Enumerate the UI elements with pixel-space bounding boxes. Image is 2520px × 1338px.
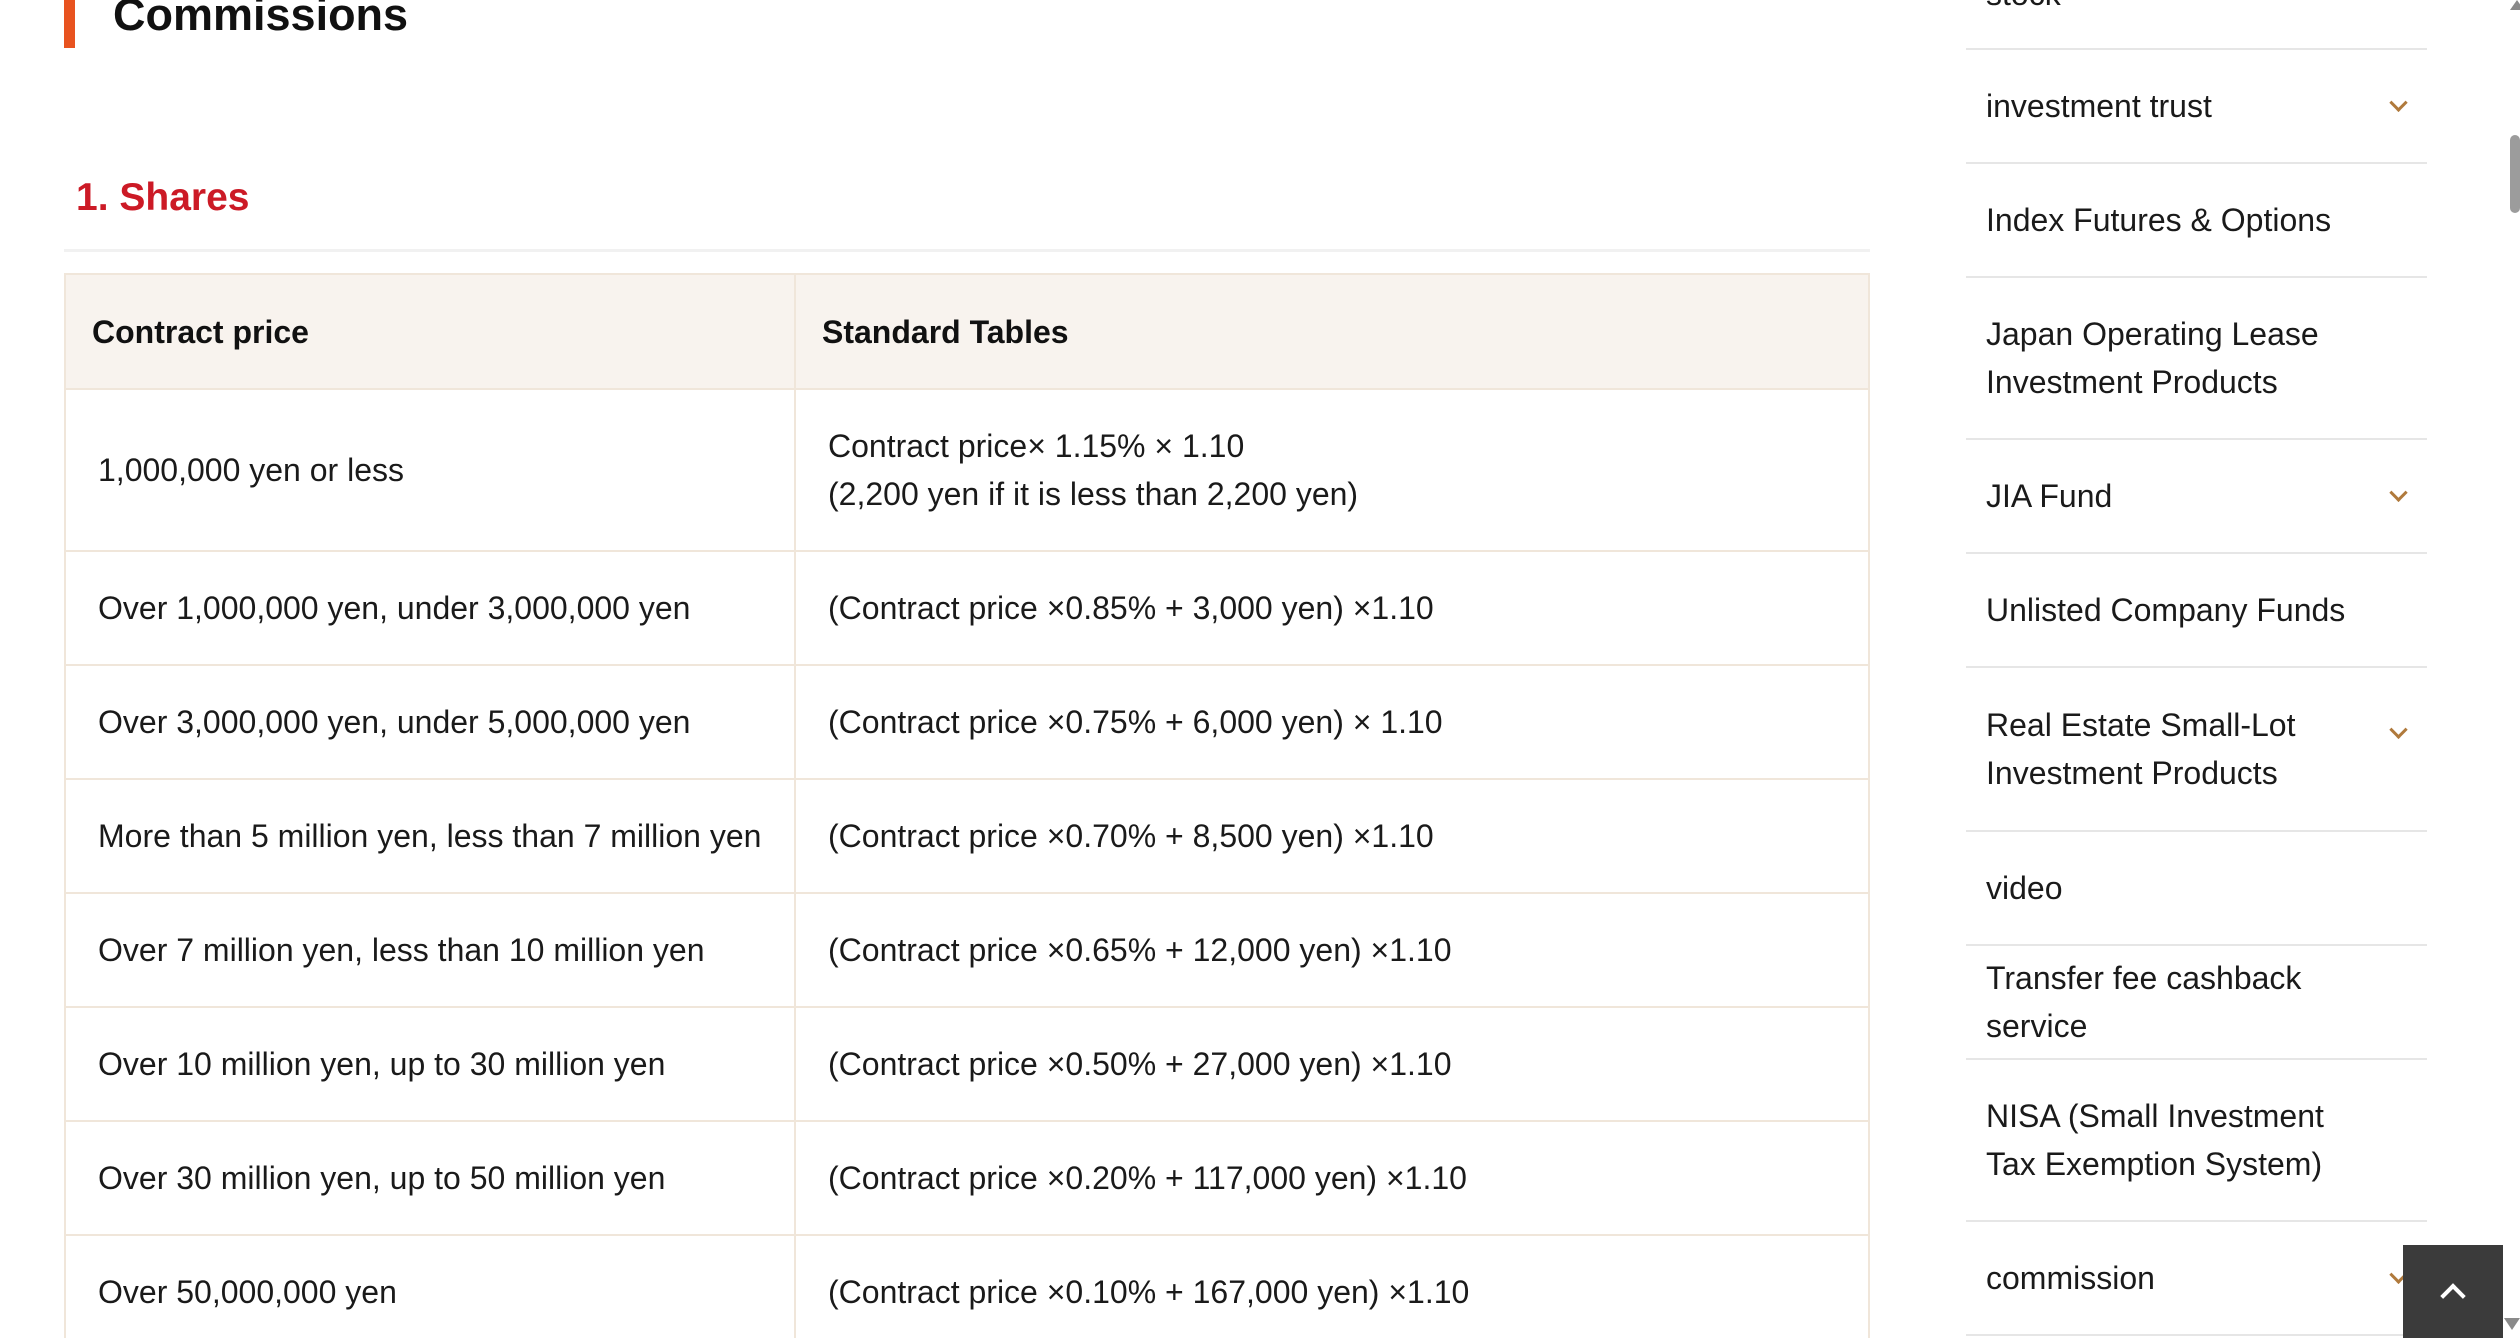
fee-formula-cell: (Contract price ×0.50% + 27,000 yen) ×1.… bbox=[794, 1006, 1870, 1122]
table-header-row: Contract price Standard Tables bbox=[64, 273, 1870, 390]
contract-price-cell: Over 3,000,000 yen, under 5,000,000 yen bbox=[64, 664, 796, 780]
sidebar-item-label: Unlisted Company Funds bbox=[1986, 592, 2346, 628]
sidebar-item-transfer-fee-cashback[interactable]: Transfer fee cashback service bbox=[1966, 946, 2427, 1060]
sidebar-item-label: Transfer fee cashback service bbox=[1986, 960, 2302, 1044]
section-divider bbox=[64, 249, 1870, 252]
table-row: 1,000,000 yen or less Contract price× 1.… bbox=[64, 388, 1870, 552]
table-row: Over 3,000,000 yen, under 5,000,000 yen … bbox=[64, 664, 1870, 780]
sidebar-item-label: JIA Fund bbox=[1986, 478, 2113, 514]
table-row: Over 30 million yen, up to 50 million ye… bbox=[64, 1120, 1870, 1236]
sidebar-item-index-futures-options[interactable]: Index Futures & Options bbox=[1966, 164, 2427, 278]
sidebar-item-label: Japan Operating Lease Investment Product… bbox=[1986, 316, 2319, 400]
fee-minimum-note: (2,200 yen if it is less than 2,200 yen) bbox=[828, 476, 1359, 512]
sidebar-item-label: Index Futures & Options bbox=[1986, 202, 2332, 238]
page-title: Commissions bbox=[113, 0, 409, 40]
sidebar-item-nisa[interactable]: NISA (Small Investment Tax Exemption Sys… bbox=[1966, 1060, 2427, 1222]
table-row: Over 50,000,000 yen (Contract price ×0.1… bbox=[64, 1234, 1870, 1338]
fee-formula-cell: (Contract price ×0.20% + 117,000 yen) ×1… bbox=[794, 1120, 1870, 1236]
contract-price-cell: Over 7 million yen, less than 10 million… bbox=[64, 892, 796, 1008]
fee-formula-cell: (Contract price ×0.75% + 6,000 yen) × 1.… bbox=[794, 664, 1870, 780]
contract-price-cell: Over 50,000,000 yen bbox=[64, 1234, 796, 1338]
sidebar-item-label: stock bbox=[1986, 0, 2061, 18]
chevron-up-icon bbox=[2440, 1282, 2466, 1309]
table-row: Over 10 million yen, up to 30 million ye… bbox=[64, 1006, 1870, 1122]
main-content: Commissions 1. Shares Contract price Sta… bbox=[64, 0, 1870, 1338]
fee-formula-cell: (Contract price ×0.65% + 12,000 yen) ×1.… bbox=[794, 892, 1870, 1008]
table-row: Over 1,000,000 yen, under 3,000,000 yen … bbox=[64, 550, 1870, 666]
scrollbar-thumb[interactable] bbox=[2510, 135, 2520, 213]
page-title-block: Commissions bbox=[64, 0, 408, 48]
title-accent-bar bbox=[64, 0, 75, 48]
sidebar-item-japan-operating-lease[interactable]: Japan Operating Lease Investment Product… bbox=[1966, 278, 2427, 440]
chevron-down-icon[interactable] bbox=[2389, 93, 2408, 112]
table-row: More than 5 million yen, less than 7 mil… bbox=[64, 778, 1870, 894]
column-header-standard-tables: Standard Tables bbox=[794, 273, 1870, 390]
section-heading-shares: 1. Shares bbox=[76, 176, 250, 219]
sidebar-item-video[interactable]: video bbox=[1966, 832, 2427, 946]
chevron-down-icon[interactable] bbox=[2389, 483, 2408, 502]
scroll-up-arrow-icon[interactable] bbox=[2510, 0, 2520, 10]
fee-formula-cell: (Contract price ×0.85% + 3,000 yen) ×1.1… bbox=[794, 550, 1870, 666]
fee-formula-cell: (Contract price ×0.70% + 8,500 yen) ×1.1… bbox=[794, 778, 1870, 894]
sidebar-item-real-estate-small-lot[interactable]: Real Estate Small-Lot Investment Product… bbox=[1966, 668, 2427, 832]
chevron-down-icon[interactable] bbox=[2389, 720, 2408, 739]
sidebar-item-label: Real Estate Small-Lot Investment Product… bbox=[1986, 707, 2296, 791]
sidebar-item-label: NISA (Small Investment Tax Exemption Sys… bbox=[1986, 1098, 2324, 1182]
sidebar-item-jia-fund[interactable]: JIA Fund bbox=[1966, 440, 2427, 554]
sidebar-item-commission[interactable]: commission bbox=[1966, 1222, 2427, 1336]
sidebar-item-label: commission bbox=[1986, 1260, 2155, 1296]
sidebar-item-unlisted-company-funds[interactable]: Unlisted Company Funds bbox=[1966, 554, 2427, 668]
back-to-top-button[interactable] bbox=[2403, 1245, 2503, 1338]
contract-price-cell: Over 30 million yen, up to 50 million ye… bbox=[64, 1120, 796, 1236]
column-header-contract-price: Contract price bbox=[64, 273, 796, 390]
sidebar-item-stock[interactable]: stock bbox=[1966, 0, 2427, 50]
commission-table: Contract price Standard Tables 1,000,000… bbox=[64, 273, 1870, 1338]
fee-formula-cell: Contract price× 1.15% × 1.10 (2,200 yen … bbox=[794, 388, 1870, 552]
table-row: Over 7 million yen, less than 10 million… bbox=[64, 892, 1870, 1008]
fee-formula-cell: (Contract price ×0.10% + 167,000 yen) ×1… bbox=[794, 1234, 1870, 1338]
sidebar-item-label: investment trust bbox=[1986, 88, 2212, 124]
sidebar-nav: stock investment trust Index Futures & O… bbox=[1966, 0, 2427, 1338]
sidebar-item-investment-trust[interactable]: investment trust bbox=[1966, 50, 2427, 164]
contract-price-cell: Over 10 million yen, up to 30 million ye… bbox=[64, 1006, 796, 1122]
fee-formula: Contract price× 1.15% × 1.10 bbox=[828, 428, 1245, 464]
scroll-down-arrow-icon[interactable] bbox=[2504, 1318, 2520, 1330]
contract-price-cell: Over 1,000,000 yen, under 3,000,000 yen bbox=[64, 550, 796, 666]
contract-price-cell: More than 5 million yen, less than 7 mil… bbox=[64, 778, 796, 894]
sidebar-item-label: video bbox=[1986, 870, 2063, 906]
contract-price-cell: 1,000,000 yen or less bbox=[64, 388, 796, 552]
